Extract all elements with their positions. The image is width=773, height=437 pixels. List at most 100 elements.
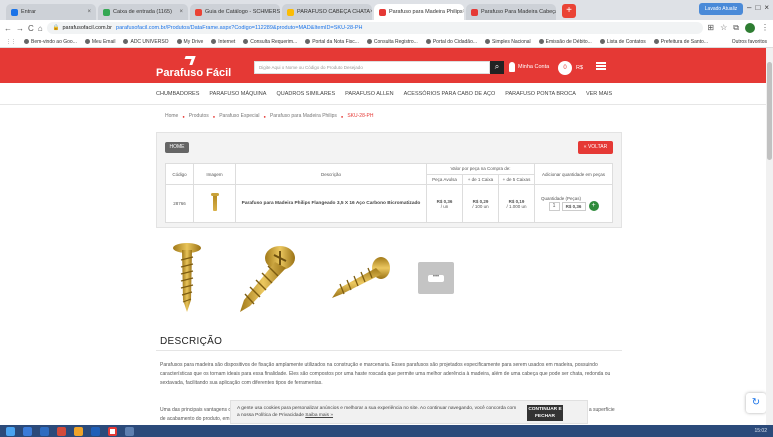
cookie-accept-button[interactable]: CONTINUAR E FECHAR	[527, 405, 563, 421]
bookmark-item[interactable]: Internet	[211, 39, 235, 45]
breadcrumb-item[interactable]: Parafuso Especial	[219, 113, 259, 120]
bookmark-item[interactable]: Prefeitura de Santo...	[653, 39, 708, 45]
breadcrumb-separator-icon: ●	[182, 114, 185, 119]
nav-item[interactable]: Ver Mais	[586, 91, 612, 97]
back-button[interactable]: « VOLTAR	[578, 141, 613, 154]
back-icon[interactable]: ←	[4, 24, 12, 33]
more-images-button[interactable]: •••	[418, 262, 454, 294]
description-paragraph-1: Parafusos para madeira são dispositivos …	[160, 362, 611, 386]
tab-title: Guia de Catálogo - SCHMERSAL	[205, 9, 280, 15]
star-icon[interactable]: ☆	[720, 23, 727, 33]
gallery-image-screw-angled[interactable]	[228, 242, 302, 316]
table-row: 28766 Parafuso para Madeira Philips Flan…	[165, 184, 613, 223]
cookie-learn-more-link[interactable]: Saiba mais »	[305, 413, 333, 418]
site-logo[interactable]: Parafuso Fácil	[156, 55, 231, 79]
browser-tab[interactable]: Parafuso Para Madeira Cabeça ×	[466, 4, 556, 20]
product-thumbnail[interactable]	[193, 184, 236, 223]
bookmark-item[interactable]: Meu Email	[84, 38, 115, 45]
bookmark-favicon-icon	[425, 38, 431, 44]
os-taskbar: 15:02	[0, 425, 773, 437]
home-icon[interactable]: ⌂	[38, 24, 43, 33]
extensions-icon[interactable]: ⧉	[733, 23, 739, 33]
nav-item[interactable]: Parafuso Allen	[345, 91, 394, 97]
bookmark-item[interactable]: Lista de Contatos	[599, 39, 646, 45]
bookmark-favicon-icon	[84, 38, 90, 44]
browser-tab[interactable]: Guia de Catálogo - SCHMERSAL×	[190, 4, 280, 20]
tab-favicon-icon	[11, 8, 18, 16]
browser-tab[interactable]: Parafuso para Madeira Philips×	[374, 4, 464, 20]
add-to-cart-button[interactable]: +	[588, 201, 599, 211]
tab-close-icon[interactable]: ×	[370, 9, 372, 15]
new-tab-button[interactable]: +	[562, 4, 576, 18]
breadcrumb-item[interactable]: Parafuso para Madeira Philips	[270, 113, 337, 120]
logo-mark-icon	[182, 56, 196, 65]
bookmark-item[interactable]: ADC UNIVERSO	[123, 39, 169, 45]
bookmark-item[interactable]: Consulta Requerim...	[243, 39, 297, 45]
bookmark-favicon-icon	[176, 38, 182, 44]
recaptcha-icon[interactable]: ↻	[746, 393, 766, 413]
browser-tab[interactable]: Caixa de entrada (1165) ×	[98, 4, 188, 20]
page-scrollbar[interactable]	[766, 48, 773, 425]
profile-button[interactable]: Lavado Atualiz	[699, 3, 744, 15]
bookmark-item[interactable]: Emissão de Débito...	[538, 38, 592, 45]
cart-button[interactable]: 0	[558, 61, 572, 75]
browser-tab[interactable]: Entrar ×	[6, 4, 96, 20]
close-icon[interactable]: ×	[764, 3, 769, 15]
taskbar-app-icon[interactable]	[40, 426, 49, 436]
nav-item[interactable]: Acessórios para Cabo de Aço	[404, 91, 496, 97]
bookmark-item[interactable]: Bem-vindo ao Goo...	[24, 39, 77, 45]
browser-tab[interactable]: PARAFUSO CABEÇA CHATA ×	[282, 4, 372, 20]
avatar[interactable]	[745, 23, 755, 33]
browser-tab-bar: Entrar × Caixa de entrada (1165) × Guia de C…	[0, 0, 773, 20]
col-description: Descrição	[235, 163, 427, 185]
breadcrumb-item[interactable]: Home	[165, 113, 178, 120]
nav-item[interactable]: Parafuso Máquina	[209, 91, 266, 97]
bookmark-favicon-icon	[538, 38, 544, 44]
bookmark-item[interactable]: My Drive	[176, 38, 203, 45]
taskbar-app-icon[interactable]	[91, 426, 100, 436]
apps-icon[interactable]: ⋮⋮	[6, 39, 16, 45]
taskbar-app-icon[interactable]	[57, 426, 66, 436]
start-icon[interactable]	[6, 426, 15, 436]
tab-favicon-icon	[287, 8, 294, 16]
lock-icon: 🔒	[52, 25, 60, 31]
cookie-banner: A gente usa cookies para personalizar an…	[230, 400, 588, 424]
category-nav: Chumbadores Parafuso Máquina Quadros Simil…	[0, 83, 773, 105]
other-bookmarks[interactable]: Outros favoritos	[732, 39, 767, 45]
col-price-1: Peça Avulsa	[426, 173, 463, 185]
menu-icon[interactable]: ⋮	[761, 23, 769, 33]
bookmark-item[interactable]: Simples Nacional	[485, 39, 531, 45]
taskbar-app-icon[interactable]	[74, 426, 83, 436]
tab-favicon-icon	[471, 8, 478, 16]
minimize-icon[interactable]: –	[747, 3, 751, 15]
translate-icon[interactable]: ⊞	[707, 23, 714, 33]
hamburger-menu-icon[interactable]	[596, 62, 606, 70]
search-button[interactable]: ⌕	[490, 61, 504, 74]
nav-item[interactable]: Parafuso Ponta Broca	[505, 91, 576, 97]
bookmark-item[interactable]: Portal da Nota Fisc...	[305, 39, 359, 45]
bookmark-item[interactable]: Consulta Registro...	[366, 39, 418, 45]
account-link[interactable]: Minha Conta	[509, 62, 549, 72]
gallery-image-screw-horizontal[interactable]	[328, 254, 398, 304]
tab-close-icon[interactable]: ×	[463, 9, 464, 15]
maximize-icon[interactable]: □	[755, 3, 760, 15]
breadcrumb-separator-icon: ●	[212, 114, 216, 119]
taskbar-app-icon[interactable]	[23, 426, 32, 436]
tab-close-icon[interactable]: ×	[87, 9, 91, 15]
gallery-image-screw-vertical[interactable]	[170, 242, 204, 314]
tab-close-icon[interactable]: ×	[179, 9, 183, 15]
forward-icon[interactable]: →	[16, 24, 24, 33]
scrollbar-thumb[interactable]	[767, 62, 772, 160]
quantity-input[interactable]: 1	[548, 201, 560, 211]
breadcrumb-item[interactable]: Produtos	[189, 113, 209, 120]
search-input[interactable]: Digite Aqui o Nome ou Código do Produto …	[254, 61, 490, 74]
reload-icon[interactable]: C	[28, 24, 34, 33]
nav-item[interactable]: Quadros Similares	[276, 91, 335, 97]
bookmark-item[interactable]: Portal do Cidadão...	[425, 38, 477, 45]
home-button[interactable]: HOME	[165, 142, 189, 153]
address-bar[interactable]: 🔒 parafusofacil.com.br parafusofacil.com…	[46, 22, 704, 34]
col-image: Imagem	[193, 163, 236, 185]
taskbar-app-icon[interactable]	[125, 426, 134, 436]
nav-item[interactable]: Chumbadores	[156, 91, 199, 97]
chrome-taskbar-icon[interactable]	[108, 426, 117, 436]
